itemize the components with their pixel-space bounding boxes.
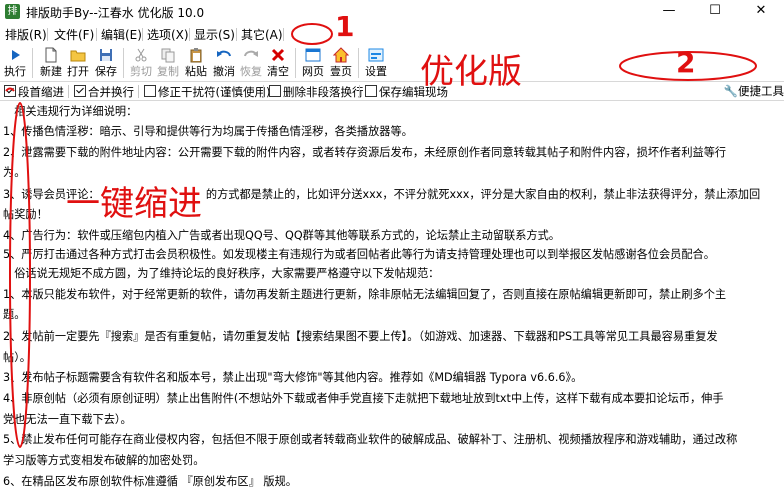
redo-icon xyxy=(244,50,258,57)
editor-line: 帖）。 xyxy=(3,351,31,364)
options-bar: 段首缩进 合并换行 修正干扰符(谨慎使用) 删除非段落换行 保存编辑现场 🔧便捷… xyxy=(0,82,784,101)
app-icon: 排 xyxy=(5,4,20,19)
editor-line: 5、禁止发布任何可能存在商业侵权内容，包括但不限于原创或者转载商业软件的破解成品… xyxy=(3,433,738,446)
settings-window-icon xyxy=(368,48,384,62)
para-indent-checkbox[interactable]: 段首缩进 xyxy=(4,84,64,100)
maximize-button[interactable]: ☐ xyxy=(692,0,738,24)
home-button[interactable]: 壹页 xyxy=(329,45,353,80)
menu-divider xyxy=(47,28,48,41)
menu-bar: 排版(R) 文件(F) 编辑(E) 选项(X) 显示(S) 其它(A) xyxy=(0,24,784,44)
text-editor[interactable]: 相关违规行为详细说明： 1、传播色情淫秽：暗示、引导和提供等行为均属于传播色情淫秽… xyxy=(0,101,784,488)
close-button[interactable]: ✕ xyxy=(738,0,784,24)
annotation-marker-2: 2 xyxy=(676,46,696,79)
editor-line: 学习版等方式变相发布破解的加密处罚。 xyxy=(3,454,205,467)
options-divider xyxy=(68,85,69,98)
checkbox-checked-icon xyxy=(4,85,16,97)
editor-line: 相关违规行为详细说明： xyxy=(3,105,138,118)
fix-disturb-checkbox[interactable]: 修正干扰符(谨慎使用) xyxy=(144,84,270,100)
editor-line: 帖奖励！ xyxy=(3,208,48,221)
editor-line: 1、传播色情淫秽：暗示、引导和提供等行为均属于传播色情淫秽，各类播放器等。 xyxy=(3,125,413,138)
checkbox-checked-icon xyxy=(74,85,86,97)
play-icon xyxy=(12,50,20,60)
red-x-icon xyxy=(271,48,285,62)
menu-divider xyxy=(96,28,97,41)
menu-edit[interactable]: 编辑(E) xyxy=(101,26,142,43)
checkbox-empty-icon xyxy=(365,85,377,97)
menu-divider xyxy=(189,28,190,41)
checkbox-empty-icon xyxy=(269,85,281,97)
run-button[interactable]: 执行 xyxy=(3,45,27,80)
editor-line: 4、非原创帖（必须有原创证明）禁止出售附件(不想站外下载或者伸手党直接下走就把下… xyxy=(3,392,724,405)
editor-line: 为。 xyxy=(3,166,26,179)
annotation-marker-1: 1 xyxy=(335,10,355,43)
clipboard-icon xyxy=(190,48,202,63)
floppy-disk-icon xyxy=(100,49,112,61)
save-button[interactable]: 保存 xyxy=(94,45,118,80)
copy-icon xyxy=(161,48,175,63)
editor-line: 题。 xyxy=(3,308,26,321)
menu-view[interactable]: 显示(S) xyxy=(194,26,235,43)
menu-divider xyxy=(142,28,143,41)
web-page-icon xyxy=(305,48,321,62)
options-divider xyxy=(359,85,360,98)
menu-file[interactable]: 文件(F) xyxy=(54,26,94,43)
tools-button[interactable]: 🔧便捷工具 xyxy=(724,83,784,99)
editor-line: 党也无法一直下载下去）。 xyxy=(3,413,132,426)
menu-divider xyxy=(236,28,237,41)
minimize-button[interactable]: — xyxy=(646,0,692,24)
annotation-optimized: 优化版 xyxy=(420,52,522,92)
delete-non-para-checkbox[interactable]: 删除非段落换行 xyxy=(269,84,364,100)
editor-line: 2、发帖前一定要先『搜索』是否有重复帖，请勿重复发帖【搜索结果图不要上传】。（如… xyxy=(3,330,718,343)
annotation-one-key-indent: 一键缩进 xyxy=(66,184,202,224)
scissors-icon xyxy=(135,48,147,62)
editor-line: 6、在精品区发布原创软件标准遵循 『原创发布区』 版规。 xyxy=(3,475,297,488)
toolbar: 执行 新建 打开 保存 剪切 复制 粘贴 撤消 恢复 清空 网页 壹页 设置 xyxy=(0,44,784,82)
menu-divider xyxy=(283,28,284,41)
options-divider xyxy=(263,85,264,98)
copy-button[interactable]: 复制 xyxy=(156,45,180,80)
undo-icon xyxy=(217,50,231,57)
clear-button[interactable]: 清空 xyxy=(266,45,290,80)
settings-button[interactable]: 设置 xyxy=(364,45,388,80)
checkbox-empty-icon xyxy=(144,85,156,97)
paste-button[interactable]: 粘贴 xyxy=(184,45,208,80)
title-bar: 排 排版助手By--江春水 优化版 10.0 — ☐ ✕ xyxy=(0,0,784,25)
folder-icon xyxy=(70,50,86,62)
editor-line: 4、广告行为：软件或压缩包内植入广告或者出现QQ号、QQ群等其他等联系方式的，论… xyxy=(3,229,560,242)
wrench-icon: 🔧 xyxy=(723,84,738,98)
web-button[interactable]: 网页 xyxy=(301,45,325,80)
editor-line: 3、发布帖子标题需要含有软件名和版本号，禁止出现"弯大修饰"等其他内容。推荐如《… xyxy=(3,371,583,384)
window-title: 排版助手By--江春水 优化版 10.0 xyxy=(26,6,205,20)
open-button[interactable]: 打开 xyxy=(66,45,90,80)
editor-line: 2、泄露需要下载的附件地址内容：公开需要下载的附件内容，或者转存资源后发布，未经… xyxy=(3,146,727,159)
merge-lines-checkbox[interactable]: 合并换行 xyxy=(74,84,134,100)
editor-line: 俗话说无规矩不成方圆，为了维持论坛的良好秩序，大家需要严格遵守以下发帖规范： xyxy=(3,267,440,280)
editor-line: 5、严厉打击通过各种方式打击会员积极性。如发现楼主有违规行为或者回帖者此等行为请… xyxy=(3,248,715,261)
new-file-icon xyxy=(45,47,57,63)
menu-paiban[interactable]: 排版(R) xyxy=(5,26,47,43)
menu-options[interactable]: 选项(X) xyxy=(147,26,189,43)
editor-line: 1、本版只能发布软件，对于经常更新的软件，请勿再发新主题进行更新，除非原帖无法编… xyxy=(3,288,727,301)
home-icon xyxy=(333,47,349,63)
options-divider xyxy=(138,85,139,98)
menu-other[interactable]: 其它(A) xyxy=(241,26,283,43)
